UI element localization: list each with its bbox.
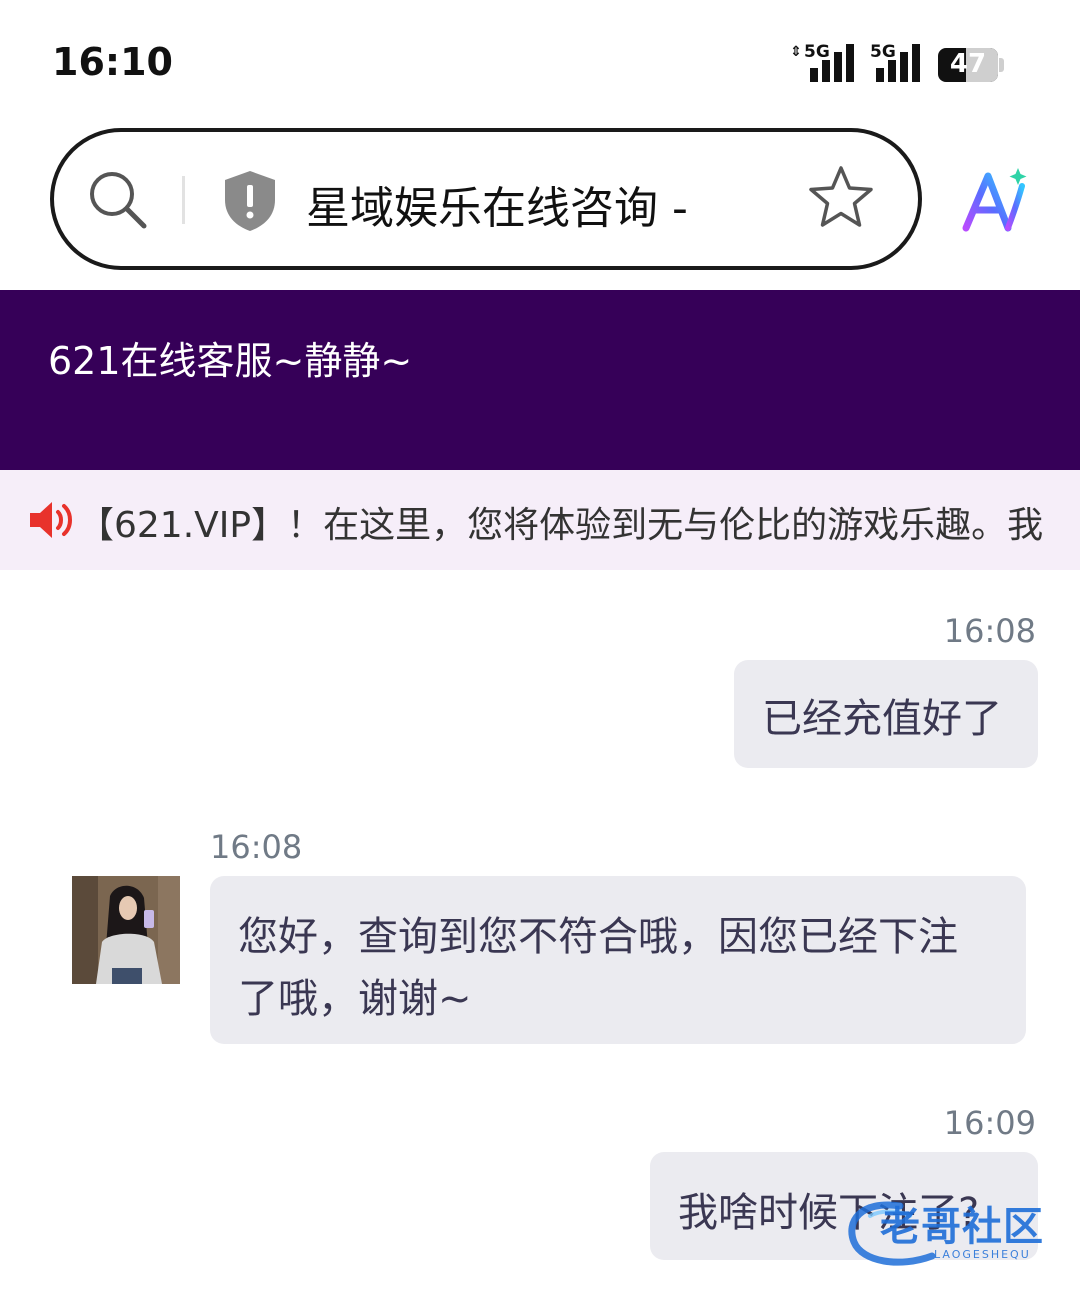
message-bubble-incoming[interactable]: 您好，查询到您不符合哦，因您已经下注 了哦，谢谢~ [210,876,1026,1044]
battery-cap [999,58,1004,72]
battery-icon: 47 [938,48,998,82]
status-time: 16:10 [52,40,173,84]
search-icon[interactable] [86,168,150,232]
avatar[interactable] [72,876,180,984]
star-icon[interactable] [808,164,874,230]
chat-title: 621在线客服~静静~ [48,339,413,383]
watermark-subtext: LAOGESHEQU [934,1248,1031,1261]
message-text: 已经充值好了 [762,696,1002,742]
data-arrows-icon: ⇕ [790,44,802,60]
message-text-line-1: 您好，查询到您不符合哦，因您已经下注 [238,914,958,960]
avatar-photo [72,876,180,984]
message-bubble-outgoing[interactable]: 已经充值好了 [734,660,1038,768]
status-bar: 16:10 ⇕ 5G 5G 47 [0,0,1080,120]
notice-text-content: 【621.VIP】！在这里，您将体验到无与伦比的游戏乐趣。我 [92,505,1044,546]
message-time: 16:08 [210,828,303,866]
message-text-line-2: 了哦，谢谢~ [238,976,472,1022]
signal-bars-icon [876,44,920,82]
notice-bar: 【621.VIP】！在这里，您将体验到无与伦比的游戏乐趣。我 [0,470,1080,570]
notice-text: 【621.VIP】！在这里，您将体验到无与伦比的游戏乐趣。我 [92,496,1050,548]
battery-level: 47 [949,49,987,79]
watermark: 老哥社区 LAOGESHEQU [840,1192,1070,1272]
address-divider [182,176,185,224]
signal-bars-icon [810,44,854,82]
message-time: 16:08 [943,612,1036,650]
address-bar[interactable]: 星域娱乐在线咨询 - [50,128,922,270]
shield-icon[interactable] [220,168,280,234]
speaker-icon [30,502,72,538]
watermark-text: 老哥社区 [880,1204,1044,1250]
message-time: 16:09 [943,1104,1036,1142]
page-title[interactable]: 星域娱乐在线咨询 - [306,172,688,236]
ai-assistant-icon[interactable] [958,166,1032,236]
chat-header: 621在线客服~静静~ [0,290,1080,470]
